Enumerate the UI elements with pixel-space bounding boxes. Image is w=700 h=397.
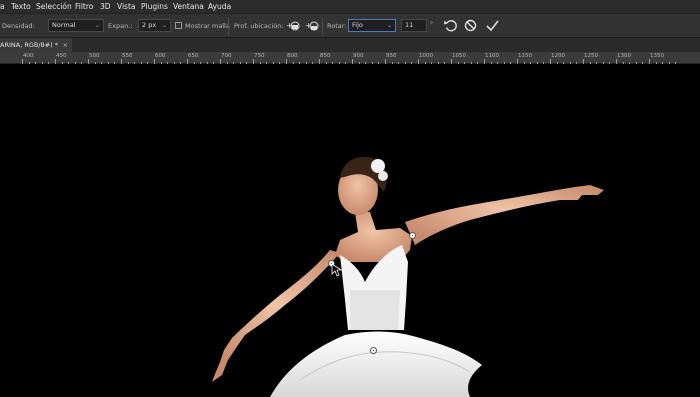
menu-item-filter[interactable]: Filtro: [75, 0, 93, 13]
ruler-label: 950: [386, 53, 397, 59]
horizontal-ruler: 400 450 500 550 600 650 700 750 800 850 900 950 1000…: [0, 52, 700, 64]
canvas[interactable]: [0, 64, 700, 397]
rotate-angle-value: 11: [405, 21, 414, 29]
menu-item-plugins[interactable]: Plugins: [141, 0, 168, 13]
menu-item-select[interactable]: Selección: [36, 0, 72, 13]
chevron-down-icon: ⌄: [386, 22, 392, 29]
ruler-label: 1100: [485, 53, 499, 59]
chevron-down-icon: ⌄: [161, 22, 167, 29]
ruler-label: 500: [89, 53, 100, 59]
expansion-label: Expan.:: [108, 22, 133, 30]
document-tab[interactable]: ARINA, RGB/8#) * ×: [0, 38, 72, 52]
menu-item-help[interactable]: Ayuda: [208, 0, 231, 13]
ruler-label: 700: [221, 53, 232, 59]
ruler-label: 1300: [617, 53, 631, 59]
ruler-label: 1050: [452, 53, 466, 59]
rotate-mode-value: Fijo: [352, 21, 363, 29]
cursor-arrow-icon: [331, 263, 343, 277]
cancel-icon[interactable]: [463, 18, 478, 33]
ruler-label: 600: [155, 53, 166, 59]
ruler-label: 450: [56, 53, 67, 59]
close-icon[interactable]: ×: [63, 38, 68, 52]
commit-check-icon[interactable]: [485, 18, 500, 33]
ruler-label: 1200: [551, 53, 565, 59]
ruler-label: 1150: [518, 53, 532, 59]
menu-item-text[interactable]: Texto: [11, 0, 31, 13]
ruler-label: 850: [320, 53, 331, 59]
document-tab-title: ARINA, RGB/8#) *: [0, 41, 58, 49]
show-mesh-label: Mostrar malla: [185, 22, 230, 30]
density-value: Normal: [52, 21, 76, 29]
ruler-label: 400: [23, 53, 34, 59]
document-tab-bar: ARINA, RGB/8#) * ×: [0, 38, 700, 52]
pin-backward-icon[interactable]: +: [304, 18, 319, 33]
menu-bar: a Texto Selección Filtro 3D Vista Plugin…: [0, 0, 700, 13]
degree-symbol: °: [430, 20, 434, 28]
density-select[interactable]: Normal ⌄: [48, 19, 104, 32]
divider: [228, 18, 229, 35]
puppet-pin[interactable]: [409, 232, 416, 239]
options-bar: Densidad: Normal ⌄ Expan.: 2 px ⌄ Mostra…: [0, 13, 700, 38]
ruler-label: 900: [353, 53, 364, 59]
menu-item-image[interactable]: a: [0, 0, 5, 13]
ruler-label: 800: [287, 53, 298, 59]
puppet-pin[interactable]: [370, 347, 377, 354]
pin-depth-label: Prof. ubicación:: [234, 22, 284, 30]
ballerina-image: [212, 156, 604, 397]
rotate-label: Rotar:: [327, 22, 347, 30]
ruler-label: 1000: [419, 53, 433, 59]
show-mesh-checkbox[interactable]: [175, 22, 182, 29]
ruler-label: 550: [122, 53, 133, 59]
menu-item-window[interactable]: Ventana: [173, 0, 204, 13]
expansion-value: 2 px: [142, 21, 157, 29]
menu-item-3d[interactable]: 3D: [100, 0, 111, 13]
ruler-label: 1250: [584, 53, 598, 59]
density-label: Densidad:: [2, 22, 35, 30]
rotate-mode-select[interactable]: Fijo ⌄: [348, 19, 396, 32]
rotate-angle-input[interactable]: 11: [401, 19, 427, 32]
menu-item-view[interactable]: Vista: [117, 0, 136, 13]
ruler-label: 650: [188, 53, 199, 59]
ruler-label: 750: [254, 53, 265, 59]
ruler-label: 1350: [650, 53, 664, 59]
expansion-select[interactable]: 2 px ⌄: [138, 19, 171, 32]
divider: [322, 18, 323, 35]
chevron-down-icon: ⌄: [94, 22, 100, 29]
undo-icon[interactable]: [443, 18, 458, 33]
pin-forward-icon[interactable]: +: [285, 18, 300, 33]
